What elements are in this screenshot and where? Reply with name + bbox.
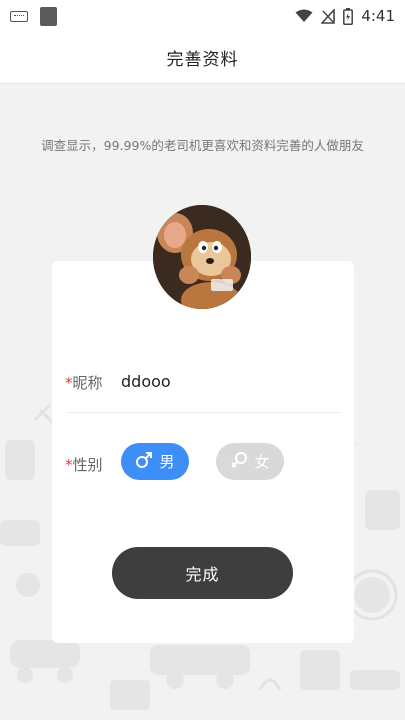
page-title: 完善资料 [166,50,239,70]
signal-icon [321,8,336,24]
keyboard-icon [10,10,28,22]
male-icon [135,451,153,473]
battery-icon [343,7,354,25]
female-button[interactable]: 女 [216,443,284,480]
app-header: 完善资料 [0,32,405,84]
avatar-image [153,205,251,309]
field-divider [66,412,342,413]
female-label: 女 [254,453,270,471]
status-bar: 4:41 [0,0,405,32]
nickname-input[interactable]: ddooo [121,372,171,391]
status-time: 4:41 [361,7,395,25]
submit-button[interactable]: 完成 [112,547,293,599]
gender-label-text: 性别 [72,456,103,474]
wifi-icon [295,9,313,23]
avatar[interactable] [153,205,251,309]
required-mark: * [65,374,73,392]
tip-text: 调查显示，99.99%的老司机更喜欢和资料完善的人做朋友 [41,138,364,153]
nickname-label-text: 昵称 [72,374,103,392]
male-label: 男 [159,453,175,471]
nickname-label: *昵称 [65,372,103,393]
male-button[interactable]: 男 [121,443,189,480]
required-mark: * [65,456,73,474]
notification-square-icon [40,6,57,26]
gender-label: *性别 [65,454,103,475]
female-icon [230,451,248,473]
